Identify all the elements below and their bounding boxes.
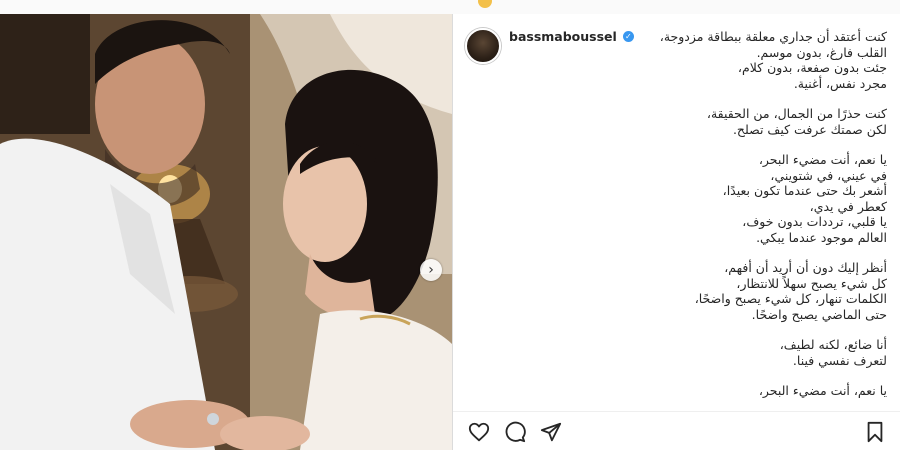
caption-line: أنا ضائع، لكنه لطيف، [779,337,887,352]
comment-icon [505,421,526,443]
post-caption: bassmaboussel ✓ كنت أعتقد أن جداري معلقة… [509,29,887,399]
story-ring [478,0,492,8]
verified-badge-icon: ✓ [622,31,634,43]
caption-stanza-1: القلب فارغ، بدون موسم. جئت بدون صفعة، بد… [509,45,887,92]
caption-line: كنت حذرًا من الجمال، من الحقيقة، [706,106,887,121]
caption-line: في عيني، في شتويني، [770,167,887,183]
chevron-right-icon: › [428,262,434,278]
caption-line: يا نعم، أنت مضيء البحر، [758,152,887,167]
share-icon [540,422,562,442]
caption-stanza-2: كنت حذرًا من الجمال، من الحقيقة، لكن صمت… [509,106,887,137]
save-button[interactable] [863,420,887,444]
caption-header: bassmaboussel ✓ كنت أعتقد أن جداري معلقة… [509,29,887,45]
caption-line: يا نعم، أنت مضيء البحر، [758,383,887,398]
username-link[interactable]: bassmaboussel [509,29,617,45]
caption-line: أنظر إليك دون أن أريد أن أفهم، [724,260,887,275]
caption-line: مجرد نفس، أغنية. [793,75,887,91]
photo-illustration [0,14,452,450]
caption-first-line: كنت أعتقد أن جداري معلقة ببطاقة مزدوجة، [659,29,887,44]
caption-line: كل شيء يصبح سهلاً للانتظار، [736,275,887,291]
caption-line: أشعر بك حتى عندما تكون بعيدًا، [722,183,887,198]
caption-line: الكلمات تنهار، كل شيء يصبح واضحًا، [694,291,887,306]
caption-line: يا قلبي، ترددات بدون خوف، [742,214,887,229]
caption-line: جئت بدون صفعة، بدون كلام، [737,60,887,75]
caption-line: كعطر في يدي، [809,198,887,214]
bookmark-icon [867,421,883,443]
post-photo[interactable]: › [0,14,452,450]
avatar[interactable] [465,28,501,64]
post-actions-bar [453,411,900,450]
top-bar [0,0,900,15]
caption-line: حتى الماضي يصبح واضحًا. [751,306,887,322]
heart-icon [468,422,490,442]
caption-stanza-3: يا نعم، أنت مضيء البحر، في عيني، في شتوي… [509,152,887,245]
caption-stanza-5: أنا ضائع، لكنه لطيف، لتعرف نفسي فينا. [509,337,887,368]
caption-line: لتعرف نفسي فينا. [792,352,887,368]
like-button[interactable] [467,420,491,444]
post-side-panel: bassmaboussel ✓ كنت أعتقد أن جداري معلقة… [452,14,900,450]
caption-line: لكن صمتك عرفت كيف تصلح. [732,121,887,137]
carousel-next-button[interactable]: › [420,259,442,281]
share-button[interactable] [539,420,563,444]
comment-button[interactable] [503,420,527,444]
caption-stanza-4: أنظر إليك دون أن أريد أن أفهم، كل شيء يص… [509,260,887,322]
caption-line: العالم موجود عندما يبكي. [756,229,887,245]
caption-line: القلب فارغ، بدون موسم. [756,44,887,60]
instagram-post-view: › bassmaboussel ✓ كنت أعتقد أن جداري معل… [0,0,900,450]
caption-stanza-6: يا نعم، أنت مضيء البحر، [509,383,887,399]
